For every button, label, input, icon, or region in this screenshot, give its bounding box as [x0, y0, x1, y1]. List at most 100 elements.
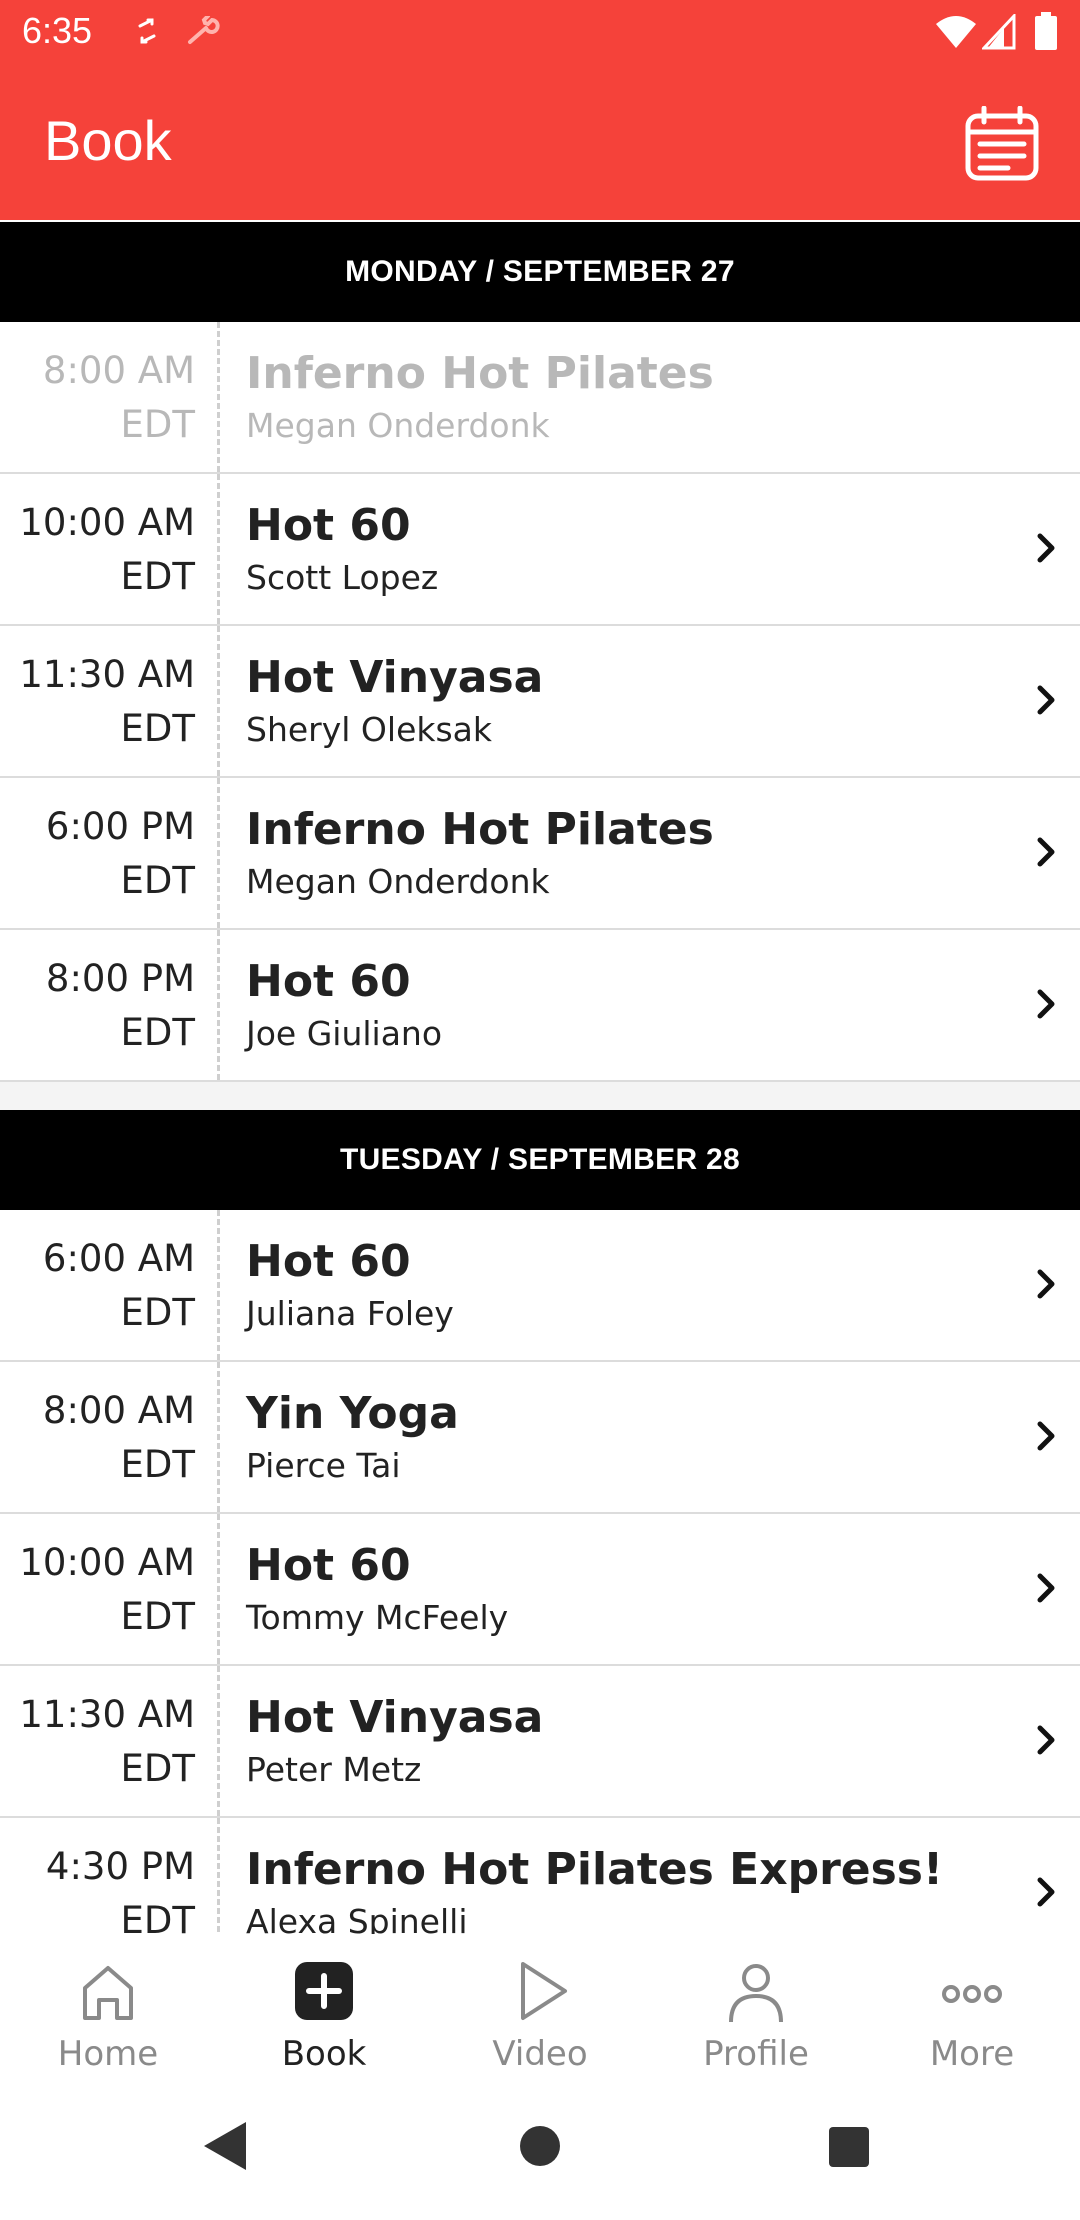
class-timezone: EDT	[120, 555, 195, 598]
class-start-time: 8:00 PM	[45, 957, 195, 1000]
back-icon[interactable]	[200, 2118, 250, 2174]
bottom-navigation: Home Book Video Profile More	[0, 1934, 1080, 2078]
class-row[interactable]: 6:00 PM EDT Inferno Hot Pilates Megan Onder…	[0, 778, 1080, 930]
chevron-right-icon	[1037, 837, 1055, 867]
class-time: 6:00 AM EDT	[0, 1210, 220, 1360]
chevron-right-icon	[1037, 1421, 1055, 1451]
class-name: Inferno Hot Pilates	[246, 804, 714, 855]
class-schedule-list[interactable]: MONDAY / SEPTEMBER 27 8:00 AM EDT Inferno H…	[0, 222, 1080, 1934]
class-start-time: 11:30 AM	[19, 653, 195, 696]
instructor-name: Peter Metz	[246, 1750, 422, 1789]
instructor-name: Megan Onderdonk	[246, 406, 550, 445]
class-start-time: 11:30 AM	[19, 1693, 195, 1736]
chevron-right-icon	[1037, 1269, 1055, 1299]
wrench-icon	[188, 16, 220, 44]
class-info: Hot 60 Tommy McFeely	[246, 1536, 1000, 1640]
class-time: 8:00 AM EDT	[0, 1362, 220, 1512]
class-name: Yin Yoga	[246, 1388, 459, 1439]
plus-square-icon	[295, 1962, 353, 2020]
instructor-name: Scott Lopez	[246, 558, 439, 597]
class-time: 10:00 AM EDT	[0, 474, 220, 624]
nav-label: Book	[281, 2034, 367, 2074]
class-time: 8:00 PM EDT	[0, 930, 220, 1080]
nav-label: Video	[492, 2034, 588, 2074]
wifi-icon	[936, 16, 976, 48]
chevron-right-icon	[1037, 685, 1055, 715]
class-info: Inferno Hot Pilates Megan Onderdonk	[246, 800, 1000, 904]
signal-icon	[982, 14, 1016, 50]
class-name: Inferno Hot Pilates	[246, 348, 714, 399]
class-name: Hot 60	[246, 1540, 411, 1591]
instructor-name: Juliana Foley	[246, 1294, 454, 1333]
nav-label: Home	[57, 2034, 159, 2074]
chevron-right-icon	[1037, 1573, 1055, 1603]
day-header: MONDAY / SEPTEMBER 27	[0, 222, 1080, 322]
class-row[interactable]: 10:00 AM EDT Hot 60 Tommy McFeely	[0, 1514, 1080, 1666]
class-info: Hot 60 Joe Giuliano	[246, 952, 1000, 1056]
status-bar: 6:35	[0, 0, 1080, 66]
day-header: TUESDAY / SEPTEMBER 28	[0, 1110, 1080, 1210]
class-start-time: 6:00 AM	[42, 1237, 195, 1280]
nav-item-home[interactable]: Home	[0, 1934, 216, 2078]
section-gap	[0, 1082, 1080, 1110]
class-timezone: EDT	[120, 859, 195, 902]
system-navigation-bar	[0, 2078, 1080, 2220]
class-row[interactable]: 6:00 AM EDT Hot 60 Juliana Foley	[0, 1210, 1080, 1362]
class-info: Hot 60 Scott Lopez	[246, 496, 1000, 600]
class-name: Hot Vinyasa	[246, 652, 544, 703]
class-timezone: EDT	[120, 1595, 195, 1638]
class-name: Hot Vinyasa	[246, 1692, 544, 1743]
class-name: Inferno Hot Pilates Express!	[246, 1844, 944, 1895]
app-header: 6:35 Book	[0, 0, 1080, 220]
home-icon	[83, 1966, 133, 2020]
class-info: Inferno Hot Pilates Megan Onderdonk	[246, 344, 1000, 448]
class-name: Hot 60	[246, 1236, 411, 1287]
day-section: TUESDAY / SEPTEMBER 28 6:00 AM EDT Hot 60 Ju…	[0, 1110, 1080, 1934]
class-row[interactable]: 8:00 PM EDT Hot 60 Joe Giuliano	[0, 930, 1080, 1082]
class-row[interactable]: 11:30 AM EDT Hot Vinyasa Sheryl Oleksak	[0, 626, 1080, 778]
nav-item-book[interactable]: Book	[216, 1934, 432, 2078]
class-row[interactable]: 11:30 AM EDT Hot Vinyasa Peter Metz	[0, 1666, 1080, 1818]
class-start-time: 10:00 AM	[19, 1541, 195, 1584]
class-timezone: EDT	[120, 1443, 195, 1486]
instructor-name: Pierce Tai	[246, 1446, 401, 1485]
class-info: Yin Yoga Pierce Tai	[246, 1384, 1000, 1488]
class-start-time: 10:00 AM	[19, 501, 195, 544]
profile-icon	[729, 1964, 783, 2023]
recents-icon[interactable]	[828, 2126, 870, 2168]
more-dots-icon	[942, 1985, 1002, 2003]
status-time: 6:35	[22, 10, 93, 51]
class-row: 8:00 AM EDT Inferno Hot Pilates Megan Onder…	[0, 322, 1080, 474]
instructor-name: Sheryl Oleksak	[246, 710, 493, 749]
class-timezone: EDT	[120, 1747, 195, 1790]
expand-icon	[138, 18, 156, 44]
class-info: Hot Vinyasa Peter Metz	[246, 1688, 1000, 1792]
calendar-icon[interactable]	[964, 106, 1040, 182]
chevron-right-icon	[1037, 1725, 1055, 1755]
instructor-name: Alexa Spinelli	[246, 1902, 468, 1934]
class-info: Hot 60 Juliana Foley	[246, 1232, 1000, 1336]
class-row[interactable]: 8:00 AM EDT Yin Yoga Pierce Tai	[0, 1362, 1080, 1514]
class-info: Inferno Hot Pilates Express! Alexa Spinel…	[246, 1840, 1000, 1934]
chevron-right-icon	[1037, 989, 1055, 1019]
instructor-name: Tommy McFeely	[246, 1598, 509, 1637]
nav-item-more[interactable]: More	[864, 1934, 1080, 2078]
class-timezone: EDT	[120, 1011, 195, 1054]
class-timezone: EDT	[120, 707, 195, 750]
nav-label: More	[929, 2034, 1015, 2074]
class-timezone: EDT	[120, 1899, 195, 1934]
class-time: 11:30 AM EDT	[0, 1666, 220, 1816]
day-section: MONDAY / SEPTEMBER 27 8:00 AM EDT Inferno H…	[0, 222, 1080, 1082]
nav-item-video[interactable]: Video	[432, 1934, 648, 2078]
class-time: 8:00 AM EDT	[0, 322, 220, 472]
home-circle-icon[interactable]	[518, 2124, 562, 2168]
class-name: Hot 60	[246, 956, 411, 1007]
class-name: Hot 60	[246, 500, 411, 551]
class-row[interactable]: 10:00 AM EDT Hot 60 Scott Lopez	[0, 474, 1080, 626]
nav-label: Profile	[703, 2034, 809, 2074]
class-row[interactable]: 4:30 PM EDT Inferno Hot Pilates Express! Al…	[0, 1818, 1080, 1934]
battery-icon	[1035, 12, 1057, 50]
page-title: Book	[44, 109, 172, 172]
class-start-time: 4:30 PM	[45, 1845, 195, 1888]
nav-item-profile[interactable]: Profile	[648, 1934, 864, 2078]
